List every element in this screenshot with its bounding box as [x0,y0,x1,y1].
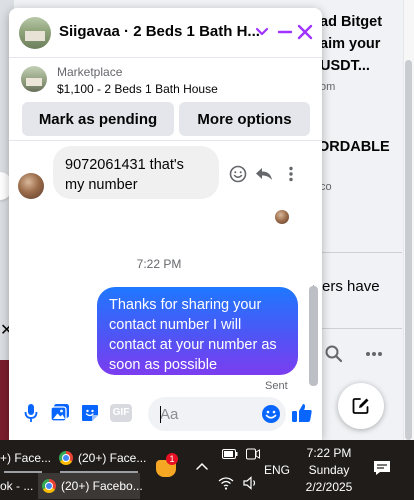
conversation-title[interactable]: Siigavaa · 2 Beds 1 Bath H... [59,23,260,40]
gif-icon[interactable]: GIF [109,402,133,424]
more-icon[interactable] [364,344,384,364]
more-options-button[interactable]: More options [179,102,310,136]
listing-thumbnail[interactable] [21,66,47,92]
search-icon[interactable] [324,344,344,364]
clock-day[interactable]: Sunday [300,463,358,477]
message-composer: GIF [9,388,322,440]
chevron-down-icon[interactable] [250,20,274,44]
new-message-button[interactable] [338,383,384,429]
sponsored-ad[interactable]: ad Bitget aim your USDT... om [320,14,404,98]
ad-line-3: USDT... [320,58,370,74]
emoji-icon[interactable] [261,404,281,424]
seen-receipt-avatar [275,210,289,224]
received-message[interactable]: 9072061431 that's my number [53,146,219,199]
sender-avatar[interactable] [18,173,44,199]
show-hidden-icons-chevron-up-icon[interactable] [195,460,209,474]
volume-icon[interactable] [243,476,259,493]
notification-badge: 1 [166,453,178,465]
messenger-chat-window: Siigavaa · 2 Beds 1 Bath H... Marketplac… [9,8,322,440]
sticker-icon[interactable] [79,402,101,424]
clock-time[interactable]: 7:22 PM [300,446,358,460]
taskbar-item-facebook-3[interactable]: ok - ... [0,473,34,499]
microphone-icon[interactable] [20,402,42,424]
affordable-heading[interactable]: ORDABLE [318,139,390,155]
text-cursor [160,406,161,423]
gif-label: GIF [110,404,132,422]
chrome-icon [59,451,73,465]
chat-scrollbar-thumb[interactable] [309,286,318,386]
conversation-avatar[interactable] [19,17,51,49]
windows-taskbar: +) Face... (20+) Face... ok - ... (20+) … [0,440,414,500]
message-input-container[interactable] [148,397,286,431]
taskbar-item-facebook-2[interactable]: (20+) Face... [57,445,147,471]
close-icon[interactable] [293,20,317,44]
taskbar-item-label: (20+) Facebo... [61,479,143,493]
taskbar-item-label: ok - ... [0,479,34,493]
taskbar-item-facebook-1[interactable]: +) Face... [0,445,52,471]
thumbs-up-icon[interactable] [290,401,314,425]
taskbar-item-label: (20+) Face... [78,451,147,465]
message-input[interactable] [148,397,266,431]
taskbar-item-label: +) Face... [0,451,52,465]
separator-line [322,252,402,253]
mark-as-pending-button[interactable]: Mark as pending [22,102,174,136]
ad-line-1: ad Bitget [320,14,383,30]
message-timestamp: 7:22 PM [136,257,182,271]
compose-icon [352,398,369,414]
ad-line-2: aim your [320,36,381,52]
camera-icon[interactable] [246,448,260,463]
sent-message[interactable]: Thanks for sharing your contact number I… [97,287,298,375]
chat-scroll-up-arrow[interactable] [309,277,318,289]
battery-icon[interactable] [222,448,238,462]
marketplace-label: Marketplace [57,65,123,79]
notification-center-icon[interactable] [373,460,391,479]
message-more-icon[interactable] [281,164,301,184]
chrome-icon [42,479,56,493]
clock-date[interactable]: 2/2/2025 [300,480,358,494]
listing-price-title[interactable]: $1,100 - 2 Beds 1 Bath House [57,82,218,96]
chat-header[interactable]: Siigavaa · 2 Beds 1 Bath H... [9,8,322,58]
marketplace-listing-banner[interactable]: Marketplace $1,100 - 2 Beds 1 Bath House [9,58,322,104]
ad-domain: om [320,81,336,93]
wifi-icon[interactable] [218,476,234,493]
taskbar-item-facebook-4[interactable]: (20+) Facebo... [38,473,143,499]
members-text: ers have [322,278,380,295]
language-indicator[interactable]: ENG [264,463,290,477]
separator-line-2 [322,328,402,329]
react-emoji-icon[interactable] [228,164,248,184]
app-notification-icon[interactable]: 1 [154,453,180,479]
message-thread[interactable]: 9072061431 that's my number 7:22 PM Than… [9,140,322,392]
reply-icon[interactable] [254,164,274,184]
photo-icon[interactable] [49,402,71,424]
page-scrollbar-thumb[interactable] [405,60,412,440]
